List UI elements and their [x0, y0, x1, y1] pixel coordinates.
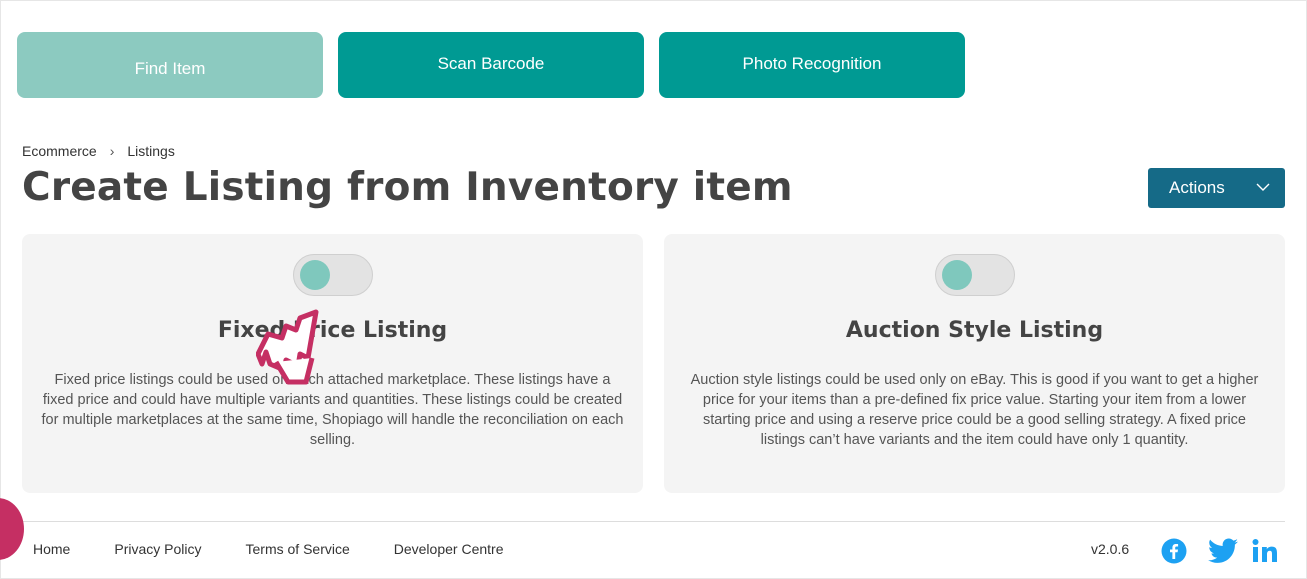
- breadcrumb: Ecommerce › Listings: [22, 143, 175, 159]
- chat-widget-button[interactable]: [0, 498, 24, 560]
- auction-style-description: Auction style listings could be used onl…: [690, 372, 1259, 448]
- breadcrumb-ecommerce-link[interactable]: Ecommerce: [22, 143, 97, 159]
- twitter-icon[interactable]: [1208, 538, 1238, 564]
- actions-dropdown-button[interactable]: Actions: [1148, 168, 1285, 208]
- photo-recognition-button[interactable]: Photo Recognition: [659, 32, 965, 98]
- chevron-down-icon: [1256, 183, 1270, 191]
- find-item-button[interactable]: Find Item: [17, 32, 323, 98]
- fixed-price-toggle[interactable]: [292, 254, 373, 296]
- breadcrumb-separator-icon: ›: [109, 143, 115, 159]
- linkedin-icon[interactable]: [1251, 538, 1279, 564]
- scan-barcode-button[interactable]: Scan Barcode: [338, 32, 644, 98]
- footer-link-privacy-policy[interactable]: Privacy Policy: [114, 541, 201, 557]
- auction-style-title: Auction Style Listing: [845, 318, 1104, 343]
- breadcrumb-listings-link[interactable]: Listings: [127, 143, 174, 159]
- toggle-knob: [941, 260, 972, 290]
- toggle-knob: [299, 260, 330, 290]
- auction-style-listing-card[interactable]: Auction Style Listing Auction style list…: [664, 234, 1285, 493]
- footer-link-terms-of-service[interactable]: Terms of Service: [246, 541, 350, 557]
- hand-pointer-cursor-icon: [256, 309, 319, 385]
- auction-style-toggle[interactable]: [934, 254, 1015, 296]
- facebook-icon[interactable]: [1161, 538, 1187, 564]
- actions-label: Actions: [1169, 178, 1225, 197]
- footer-divider: [22, 521, 1285, 522]
- page-title: Create Listing from Inventory item: [22, 165, 793, 210]
- app-version: v2.0.6: [1091, 541, 1130, 557]
- footer-link-developer-centre[interactable]: Developer Centre: [394, 541, 504, 557]
- footer-link-home[interactable]: Home: [33, 541, 70, 557]
- footer-links: Home Privacy Policy Terms of Service Dev…: [33, 541, 547, 557]
